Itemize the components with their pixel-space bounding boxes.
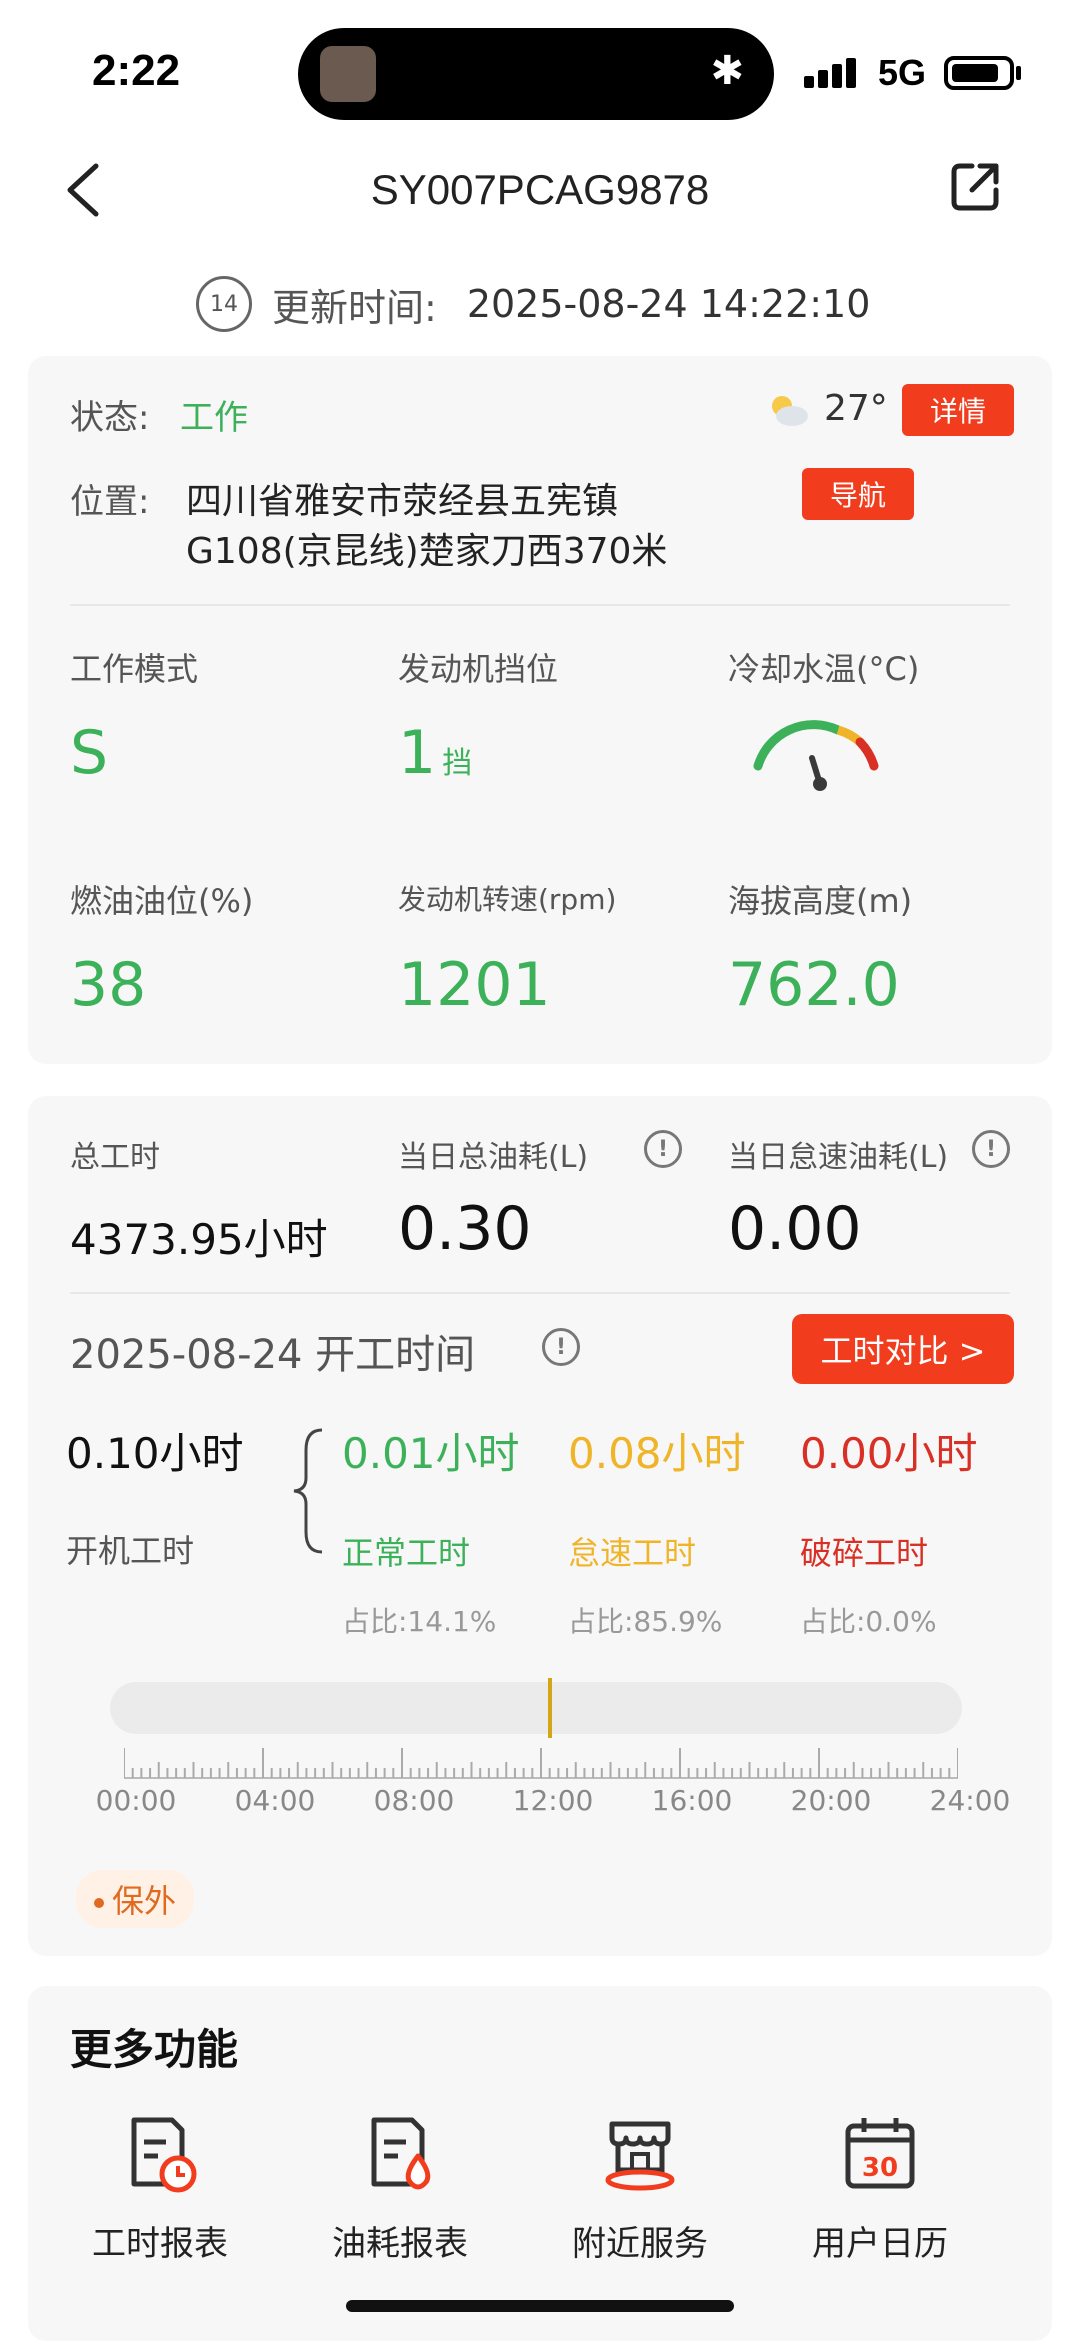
engine-gear-value: 1 <box>398 718 437 788</box>
more-functions-card: 更多功能 工时报表 油耗报表 附近服务 30 用户日历 <box>28 1986 1052 2341</box>
timeline-tick-04: 04:00 <box>234 1784 316 1817</box>
normal-hours-ratio: 占比:14.1% <box>342 1605 497 1638</box>
detail-button[interactable]: 详情 <box>902 384 1014 436</box>
total-hours-label: 总工时 <box>70 1140 160 1175</box>
engine-gear-unit: 挡 <box>442 746 473 781</box>
hours-report-label: 工时报表 <box>92 2224 228 2264</box>
fuel-level-label: 燃油油位(%) <box>70 882 254 920</box>
idle-fuel-label: 当日怠速油耗(L) <box>728 1140 949 1175</box>
brace-icon <box>293 1428 323 1554</box>
day-fuel-info-icon[interactable]: ! <box>644 1130 682 1168</box>
user-calendar-label: 用户日历 <box>812 2224 948 2264</box>
day-fuel-label: 当日总油耗(L) <box>398 1140 589 1175</box>
navigate-button[interactable]: 导航 <box>802 468 914 520</box>
fuel-report-item[interactable]: 油耗报表 <box>280 2114 520 2265</box>
timeline-tick-00: 00:00 <box>95 1784 177 1817</box>
altitude-label: 海拔高度(m) <box>728 882 913 920</box>
location-label: 位置: <box>70 482 150 522</box>
coolant-temp-label: 冷却水温(°C) <box>728 650 920 688</box>
location-line-2: G108(京昆线)楚家刀西370米 <box>186 531 668 572</box>
day-fuel-value: 0.30 <box>398 1194 532 1264</box>
more-functions-title: 更多功能 <box>70 2025 239 2074</box>
idle-hours-ratio: 占比:85.9% <box>568 1605 723 1638</box>
normal-hours-label: 正常工时 <box>342 1534 471 1572</box>
page-title: SY007PCAG9878 <box>370 166 710 213</box>
coolant-temp-gauge <box>753 720 879 791</box>
total-hours-value: 4373.95小时 <box>70 1215 328 1264</box>
status-time: 2:22 <box>92 46 181 95</box>
idle-hours-label: 怠速工时 <box>568 1534 697 1572</box>
work-timeline-track <box>110 1682 962 1734</box>
work-date-title: 2025-08-24 开工时间 <box>70 1332 476 1378</box>
timeline-tick-20: 20:00 <box>790 1784 872 1817</box>
work-time-info-icon[interactable]: ! <box>542 1328 580 1366</box>
machine-status-card: 状态: 工作 27° 详情 位置: 四川省雅安市荥经县五宪镇 G108(京昆线)… <box>28 356 1052 1064</box>
engine-rpm-label: 发动机转速(rpm) <box>398 883 617 916</box>
work-hours-card: 总工时 4373.95小时 当日总油耗(L) ! 0.30 当日怠速油耗(L) … <box>28 1096 1052 1956</box>
engine-rpm-value: 1201 <box>398 950 551 1020</box>
work-mode-value: S <box>70 718 109 788</box>
timeline-tick-12: 12:00 <box>512 1784 594 1817</box>
fuel-level-value: 38 <box>70 950 147 1020</box>
dynamic-island: ✱ <box>298 28 774 120</box>
update-value: 2025-08-24 14:22:10 <box>466 282 871 326</box>
idle-fuel-value: 0.00 <box>728 1194 862 1264</box>
altitude-value: 762.0 <box>728 950 900 1020</box>
fuel-report-icon <box>371 2117 431 2190</box>
idle-fuel-info-icon[interactable]: ! <box>972 1130 1010 1168</box>
timeline-tick-24: 24:00 <box>929 1784 1011 1817</box>
hours-report-icon <box>131 2117 197 2193</box>
update-label: 更新时间: <box>272 285 437 330</box>
cell-signal-icon <box>804 58 860 88</box>
share-icon[interactable] <box>950 160 1002 212</box>
weather-temperature: 27° <box>824 388 888 429</box>
breaking-hours-label: 破碎工时 <box>800 1534 929 1572</box>
weather-cloudy-icon <box>772 396 808 426</box>
engine-gear-value-group: 1挡 <box>398 718 472 788</box>
timeline-ruler <box>124 1748 958 1779</box>
on-hours-value: 0.10小时 <box>66 1429 244 1478</box>
calendar-icon: 30 <box>845 2118 915 2189</box>
status-value: 工作 <box>180 398 248 438</box>
breaking-hours-value: 0.00小时 <box>800 1429 978 1478</box>
warranty-status-text: 保外 <box>112 1882 177 1920</box>
nearby-service-item[interactable]: 附近服务 <box>520 2114 760 2265</box>
fuel-report-label: 油耗报表 <box>332 2224 468 2264</box>
network-type: 5G <box>878 52 927 93</box>
nearby-service-label: 附近服务 <box>572 2224 708 2264</box>
calendar-day-number: 30 <box>862 2153 898 2183</box>
divider <box>70 604 1010 606</box>
hours-compare-button[interactable]: 工时对比 > <box>792 1314 1014 1384</box>
media-thumbnail <box>320 46 376 102</box>
battery-tip <box>1016 66 1021 80</box>
divider <box>70 1292 1010 1294</box>
location-line-1: 四川省雅安市荥经县五宪镇 <box>186 481 619 522</box>
battery-icon <box>944 56 1014 90</box>
hours-report-item[interactable]: 工时报表 <box>40 2114 280 2265</box>
on-hours-label: 开机工时 <box>66 1532 195 1570</box>
refresh-countdown-icon[interactable]: 14 <box>196 276 252 332</box>
idle-hours-value: 0.08小时 <box>568 1429 746 1478</box>
timeline-tick-08: 08:00 <box>373 1784 455 1817</box>
work-mode-label: 工作模式 <box>70 650 199 688</box>
warranty-dot <box>94 1898 104 1908</box>
warranty-status-tag: 保外 <box>76 1870 195 1928</box>
timeline-tick-16: 16:00 <box>651 1784 733 1817</box>
user-calendar-item[interactable]: 30 用户日历 <box>760 2114 1000 2265</box>
normal-hours-value: 0.01小时 <box>342 1429 520 1478</box>
nearby-service-icon <box>605 2121 675 2191</box>
engine-gear-label: 发动机挡位 <box>398 650 559 688</box>
update-time-row: 14 更新时间: 2025-08-24 14:22:10 <box>196 276 870 332</box>
work-timeline-marker <box>548 1678 552 1738</box>
home-indicator[interactable] <box>346 2300 734 2312</box>
bluetooth-icon: ✱ <box>710 48 744 94</box>
status-label: 状态: <box>70 398 150 438</box>
breaking-hours-ratio: 占比:0.0% <box>800 1605 937 1638</box>
